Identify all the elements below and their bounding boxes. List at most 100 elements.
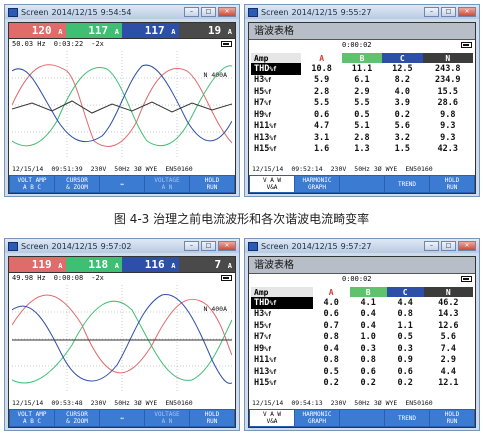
- elapsed-time: 0:00:02: [342, 41, 372, 49]
- softkey-trend[interactable]: TREND: [385, 176, 429, 192]
- close-button[interactable]: ✕: [218, 7, 236, 17]
- softkey-hold-run[interactable]: HOLD RUN: [190, 410, 234, 426]
- close-button[interactable]: ✕: [218, 241, 236, 251]
- row-label: H13%f: [254, 366, 277, 377]
- softkey-vaw[interactable]: V A W V&A: [250, 176, 294, 192]
- table-cell: 0.6: [313, 109, 330, 120]
- status-row: 0:00:02: [249, 274, 475, 284]
- maximize-button[interactable]: □: [441, 241, 456, 251]
- table-row: H5%f 0.7 0.4 1.1 12.6: [251, 320, 473, 332]
- table-cell: 5.5: [313, 98, 330, 109]
- window-titlebar: Screen 2014/12/15 9:57:27 – □ ✕: [245, 239, 479, 253]
- col-header-b: B: [349, 287, 387, 297]
- softkey-arrows[interactable]: ↔: [100, 176, 144, 192]
- maximize-button[interactable]: □: [441, 7, 456, 17]
- app-icon: [8, 241, 18, 251]
- footer-voltage: 230V: [330, 399, 347, 407]
- footer-time: 09:54:13: [291, 399, 323, 407]
- softkey-hold-run[interactable]: HOLD RUN: [430, 410, 474, 426]
- table-row: H3%f 0.6 0.4 0.8 14.3: [251, 309, 473, 321]
- table-cell: 234.9: [434, 75, 461, 86]
- row-label: H3%f: [254, 75, 272, 86]
- maximize-button[interactable]: □: [201, 7, 216, 17]
- table-cell: 243.8: [434, 63, 461, 74]
- close-button[interactable]: ✕: [458, 241, 476, 251]
- footer-date: 12/15/14: [12, 399, 44, 407]
- battery-icon: [461, 276, 472, 282]
- softkey-volt-amp[interactable]: VOLT AMP A B C: [10, 176, 54, 192]
- row-label: H15%f: [254, 144, 277, 155]
- table-cell: 42.3: [437, 144, 458, 155]
- col-header-n: N: [422, 53, 473, 63]
- reading-neutral: 7 A: [178, 257, 235, 272]
- row-label: H3%f: [254, 309, 272, 320]
- close-button[interactable]: ✕: [458, 7, 476, 17]
- maximize-button[interactable]: □: [201, 241, 216, 251]
- reading-phase-b: 117 A: [65, 23, 122, 38]
- minimize-button[interactable]: –: [424, 7, 439, 17]
- softkey-vaw[interactable]: V A W V&A: [250, 410, 294, 426]
- zoom-level: -2x: [91, 40, 104, 48]
- footer-config: 50Hz 3Ø WYE: [354, 399, 398, 407]
- softkey-hold-run[interactable]: HOLD RUN: [190, 176, 234, 192]
- table-cell: 5.5: [354, 98, 370, 109]
- row-label: THD%f: [251, 63, 302, 75]
- table-cell: 0.2: [397, 378, 413, 389]
- table-row: H9%f 0.4 0.3 0.3 7.4: [251, 343, 473, 355]
- table-row: THD%f 10.8 11.1 12.5 243.8: [251, 63, 473, 75]
- softkey-empty[interactable]: [340, 176, 384, 192]
- window-title-date: 2014/12/15: [291, 241, 338, 251]
- softkey-empty[interactable]: [340, 410, 384, 426]
- footer-time: 09:52:14: [291, 165, 323, 173]
- table-cell: 12.1: [438, 378, 459, 389]
- row-label: H9%f: [254, 109, 272, 120]
- col-header-amp: Amp: [251, 53, 302, 63]
- softkey-harmonic-graph[interactable]: HARMONIC GRAPH: [295, 176, 339, 192]
- table-cell: 12.6: [438, 320, 459, 331]
- footer-info: 12/15/14 09:52:14 230V 50Hz 3Ø WYE EN501…: [249, 165, 475, 174]
- table-cell: 0.5: [323, 366, 339, 377]
- minimize-button[interactable]: –: [184, 241, 199, 251]
- footer-voltage: 230V: [330, 165, 347, 173]
- harmonics-table: Amp A B C N THD%f 4.0 4.1 4.4 46.2 H3%f 0.6 0.4…: [251, 287, 473, 389]
- window-title-time: 9:57:02: [100, 241, 132, 251]
- footer-voltage: 230V: [90, 399, 107, 407]
- softkey-cursor-zoom[interactable]: CURSOR & ZOOM: [55, 410, 99, 426]
- col-header-b: B: [341, 53, 383, 63]
- softkey-arrows[interactable]: ↔: [100, 410, 144, 426]
- softkey-trend[interactable]: TREND: [385, 410, 429, 426]
- softkey-voltage[interactable]: VOLTAGE A N: [145, 176, 189, 192]
- window-title-time: 9:57:27: [340, 241, 372, 251]
- table-cell: 8.2: [394, 75, 411, 86]
- table-cell: 0.6: [360, 366, 376, 377]
- table-row: H11%f 0.8 0.8 0.9 2.9: [251, 355, 473, 367]
- row-label: H7%f: [254, 98, 272, 109]
- softkey-voltage[interactable]: VOLTAGE A N: [145, 410, 189, 426]
- app-icon: [248, 7, 258, 17]
- table-cell: 0.5: [354, 109, 370, 120]
- window-title-time: 9:54:54: [100, 7, 132, 17]
- table-cell: 4.4: [440, 366, 456, 377]
- footer-time: 09:53:48: [51, 399, 83, 407]
- softkey-hold-run[interactable]: HOLD RUN: [430, 176, 474, 192]
- table-cell: 0.4: [323, 343, 339, 354]
- table-row: H13%f 0.5 0.6 0.6 4.4: [251, 366, 473, 378]
- table-cell: 5.9: [313, 75, 330, 86]
- window-title-date: 2014/12/15: [291, 7, 338, 17]
- battery-icon: [221, 275, 232, 281]
- table-cell: 0.8: [360, 355, 376, 366]
- softkey-cursor-zoom[interactable]: CURSOR & ZOOM: [55, 176, 99, 192]
- table-cell: 6.1: [354, 75, 370, 86]
- table-row: H15%f 0.2 0.2 0.2 12.1: [251, 378, 473, 390]
- row-label: H9%f: [254, 343, 272, 354]
- softkey-volt-amp[interactable]: VOLT AMP A B C: [10, 410, 54, 426]
- softkey-bar: VOLT AMP A B C CURSOR & ZOOM ↔ VOLTAGE A…: [9, 175, 235, 193]
- instrument-display: 119 A 118 A 116 A 7 A 49.98 Hz 0:00:08 -…: [8, 256, 236, 428]
- row-label: H5%f: [254, 86, 272, 97]
- softkey-harmonic-graph[interactable]: HARMONIC GRAPH: [295, 410, 339, 426]
- minimize-button[interactable]: –: [424, 241, 439, 251]
- minimize-button[interactable]: –: [184, 7, 199, 17]
- reading-phase-c: 116 A: [122, 257, 179, 272]
- footer-info: 12/15/14 09:53:48 230V 50Hz 3Ø WYE EN501…: [9, 399, 235, 408]
- footer-info: 12/15/14 09:54:13 230V 50Hz 3Ø WYE EN501…: [249, 399, 475, 408]
